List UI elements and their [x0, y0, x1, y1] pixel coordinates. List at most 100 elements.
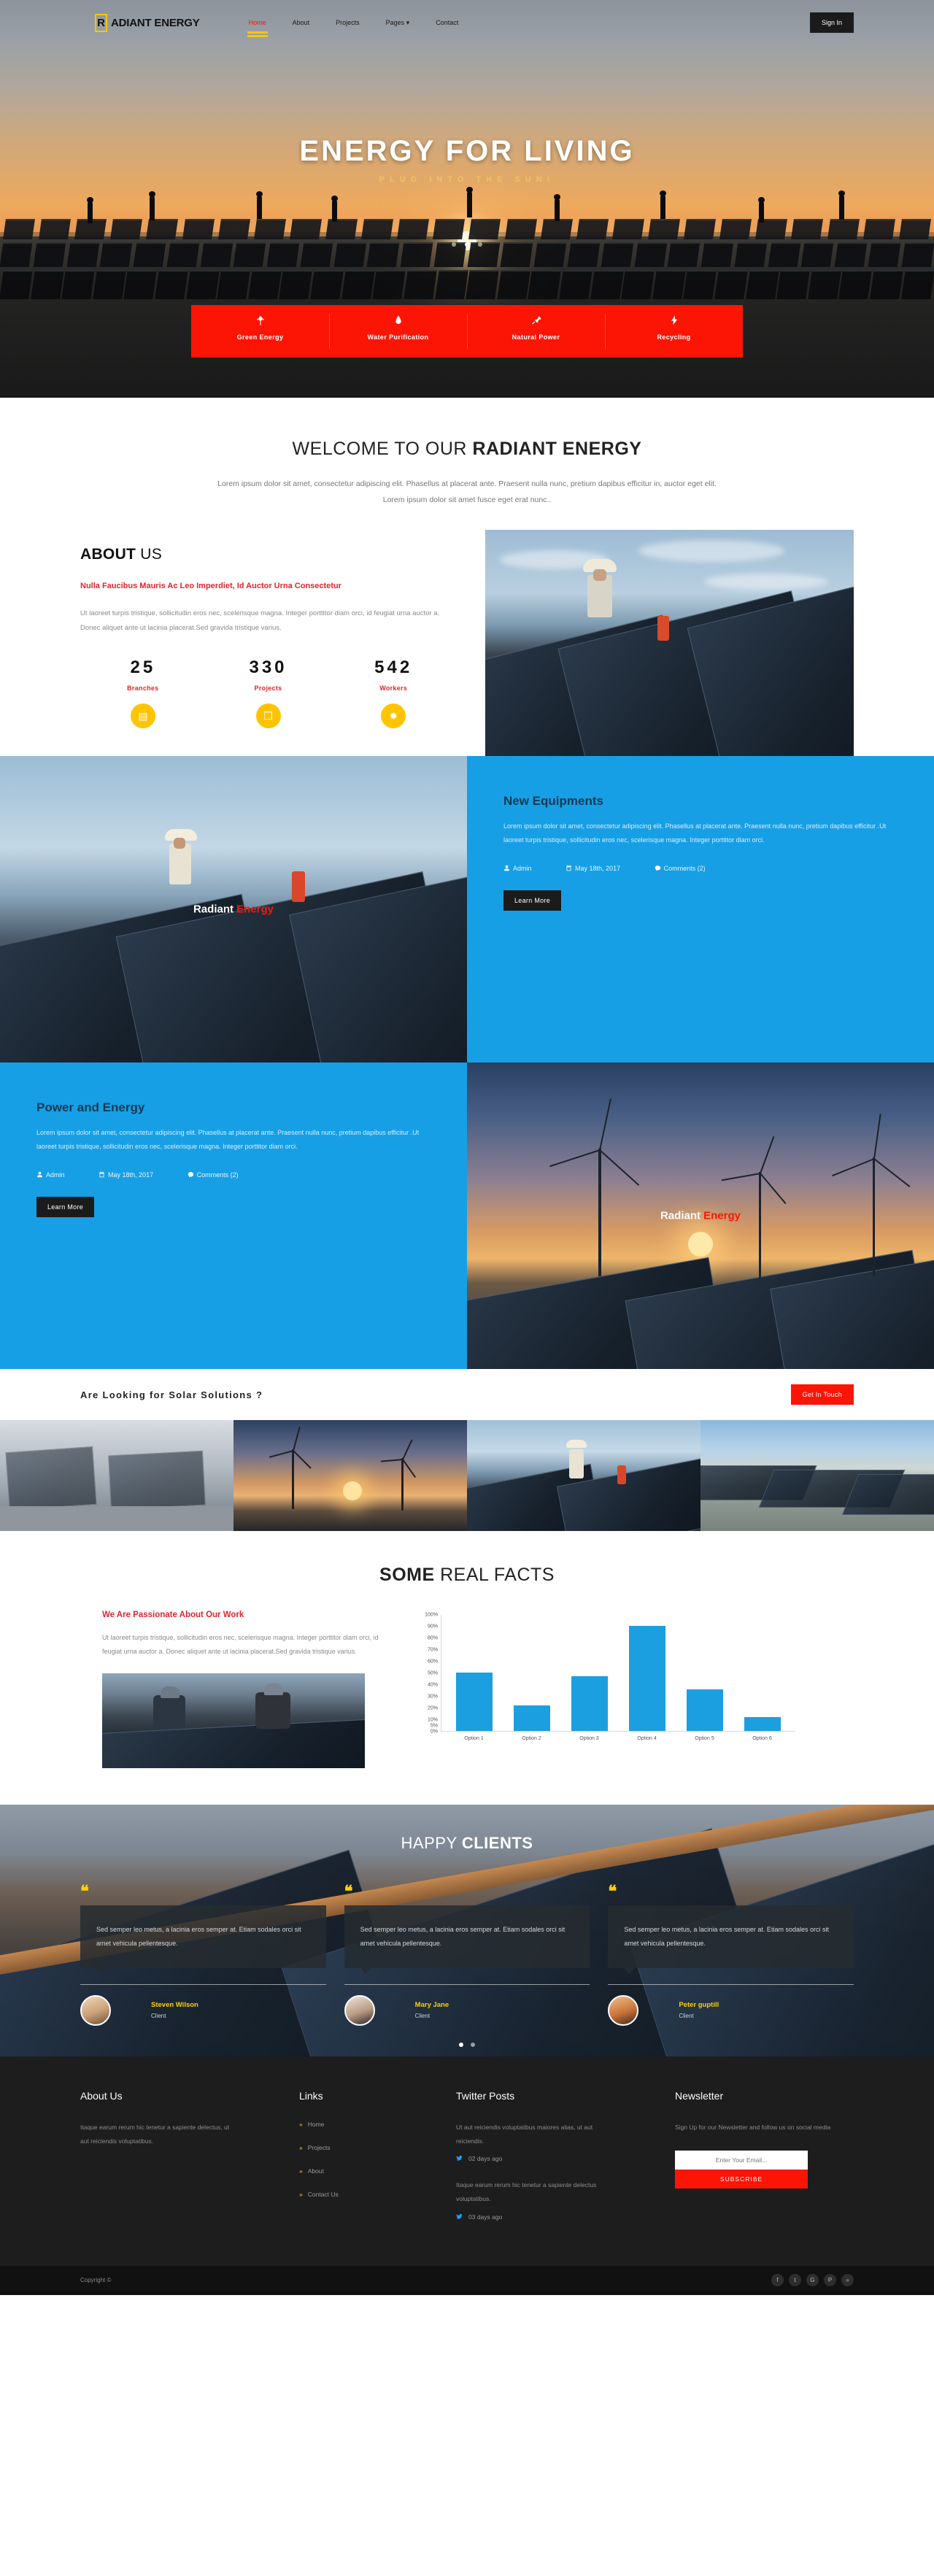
nav-item-home[interactable]: Home	[247, 19, 268, 34]
feature-label: Natural Power	[512, 333, 560, 341]
post-title: New Equipments	[503, 794, 603, 809]
post-title: Power and Energy	[36, 1100, 145, 1115]
avatar	[344, 1994, 375, 2026]
chart-y-tick: 20%	[427, 1705, 438, 1711]
solar-panel	[361, 219, 394, 239]
testimonials-title-light: HAPPY	[401, 1833, 462, 1852]
slider-dot[interactable]	[478, 242, 483, 247]
slider-dot-active[interactable]	[465, 242, 469, 247]
facts-section: SOME REAL FACTS We Are Passionate About …	[0, 1531, 934, 1805]
stat-number: 542	[374, 657, 413, 677]
post-learn-more-button[interactable]: Learn More	[503, 890, 562, 911]
post-comments[interactable]: Comments (2)	[188, 1171, 255, 1179]
solar-panel	[110, 219, 143, 239]
hero-title: ENERGY FOR LIVING	[299, 135, 635, 167]
nav-item-pages[interactable]: Pages ▾	[386, 19, 410, 27]
chart-bar-wrap	[628, 1615, 665, 1732]
avatar	[608, 1994, 639, 2026]
testimonial-name: Mary Jane	[414, 2001, 449, 2010]
solar-panel	[397, 219, 430, 239]
nav-item-projects[interactable]: Projects	[336, 19, 360, 26]
tweet-text: Ut aut reiciendis voluptatibus maiores a…	[456, 2123, 593, 2145]
site-logo[interactable]: R ADIANT ENERGY	[95, 13, 200, 32]
testimonials-section: HAPPY CLIENTS ❝ Sed semper leo metus, a …	[0, 1804, 934, 2056]
testimonial-card: ❝ Sed semper leo metus, a lacinia eros s…	[608, 1883, 854, 2026]
nav-item-about[interactable]: About	[293, 19, 310, 26]
slider-dot[interactable]	[451, 242, 456, 247]
post-date: May 18th, 2017	[99, 1171, 171, 1179]
post-image-caption-2: Radiant Energy	[660, 1210, 741, 1222]
chart-x-label: Option 1	[464, 1736, 484, 1742]
slider-dot-active[interactable]	[458, 2042, 463, 2047]
feature-recycling[interactable]: Recycling	[605, 305, 743, 358]
solar-panel	[745, 270, 779, 299]
person-silhouette-head	[758, 197, 765, 203]
newsletter-email-input[interactable]	[675, 2150, 808, 2170]
subscribe-button[interactable]: SUBSCRIBE	[675, 2169, 808, 2189]
post-body: Lorem ipsum dolor sit amet, consectetur …	[36, 1129, 420, 1150]
slider-dot[interactable]	[471, 2042, 476, 2047]
google-plus-icon[interactable]: G	[806, 2274, 819, 2287]
testimonial-text: Sed semper leo metus, a lacinia eros sem…	[344, 1905, 590, 1974]
gallery-item-windfarm[interactable]	[234, 1420, 467, 1532]
features-bar: Green Energy Water Purification Natural …	[191, 305, 743, 358]
stat-label: Branches	[127, 684, 159, 692]
person-silhouette	[759, 201, 764, 223]
chart-y-tick: 10%	[427, 1717, 438, 1723]
chart-y-tick: 70%	[427, 1647, 438, 1653]
footer-link-home[interactable]: » Home	[299, 2121, 456, 2128]
solar-panel	[217, 219, 250, 239]
footer-link-projects[interactable]: » Projects	[299, 2144, 456, 2151]
stat-number: 330	[249, 657, 287, 677]
hero-slider-dots[interactable]	[0, 237, 934, 250]
solar-panel	[504, 219, 537, 239]
pinterest-icon[interactable]: P	[824, 2274, 836, 2287]
testimonial-slider-dots[interactable]	[80, 2037, 854, 2051]
footer-link-about[interactable]: » About	[299, 2167, 456, 2175]
post-learn-more-button[interactable]: Learn More	[36, 1196, 95, 1217]
footer-about-column: About Us Itaque earum rerum hic tenetur …	[80, 2090, 299, 2237]
solar-panel	[155, 270, 188, 299]
site-footer: About Us Itaque earum rerum hic tenetur …	[0, 2056, 934, 2266]
copyright-bar: Copyright © f t G P »	[0, 2265, 934, 2295]
facts-text-column: We Are Passionate About Our Work Ut laor…	[80, 1611, 394, 1768]
testimonial-name: Peter guptill	[679, 2001, 719, 2010]
solar-panel	[310, 270, 344, 299]
twitter-icon[interactable]: t	[789, 2274, 801, 2287]
footer-link-contact[interactable]: » Contact Us	[299, 2191, 456, 2198]
person-silhouette	[88, 201, 93, 223]
divider	[608, 1983, 854, 1985]
footer-newsletter-heading: Newsletter	[675, 2089, 724, 2102]
testimonial-name: Steven Wilson	[151, 2001, 198, 2010]
gallery-item-solarfield[interactable]	[700, 1420, 934, 1532]
social-links: f t G P »	[771, 2274, 854, 2287]
sign-in-button[interactable]: Sign In	[809, 12, 854, 33]
feature-natural-power[interactable]: Natural Power	[467, 305, 605, 358]
solar-panel	[185, 270, 220, 299]
facts-title-light: REAL FACTS	[434, 1565, 555, 1586]
calendar-icon	[99, 1171, 104, 1178]
chart-y-tick: 60%	[427, 1659, 438, 1665]
rss-icon[interactable]: »	[841, 2274, 854, 2287]
facebook-icon[interactable]: f	[771, 2274, 784, 2287]
cta-section: Are Looking for Solar Solutions ? Get In…	[80, 1369, 854, 1420]
gallery-item-worker[interactable]	[467, 1420, 700, 1532]
get-in-touch-button[interactable]: Get In Touch	[790, 1384, 854, 1405]
solar-panel	[468, 219, 501, 239]
nav-item-contact[interactable]: Contact	[436, 19, 458, 26]
feature-water-purification[interactable]: Water Purification	[329, 305, 467, 358]
solar-panel	[559, 270, 593, 299]
solar-panel	[900, 270, 934, 299]
feature-label: Water Purification	[367, 333, 429, 341]
welcome-title-light: WELCOME TO OUR	[292, 439, 473, 459]
chart-x-axis: Option 1 Option 2 Option 3 Option 4 Option 5…	[441, 1732, 795, 1741]
testimonial-text: Sed semper leo metus, a lacinia eros sem…	[80, 1905, 326, 1974]
solar-panel	[862, 219, 895, 239]
solar-panel	[621, 270, 655, 299]
facts-photo	[102, 1673, 365, 1768]
post-comments[interactable]: Comments (2)	[655, 865, 722, 872]
feature-green-energy[interactable]: Green Energy	[191, 305, 329, 358]
gallery-item-factory[interactable]	[0, 1420, 234, 1532]
caption-red: Energy	[236, 903, 274, 916]
post-row-2: Power and Energy Lorem ipsum dolor sit a…	[0, 1063, 934, 1370]
